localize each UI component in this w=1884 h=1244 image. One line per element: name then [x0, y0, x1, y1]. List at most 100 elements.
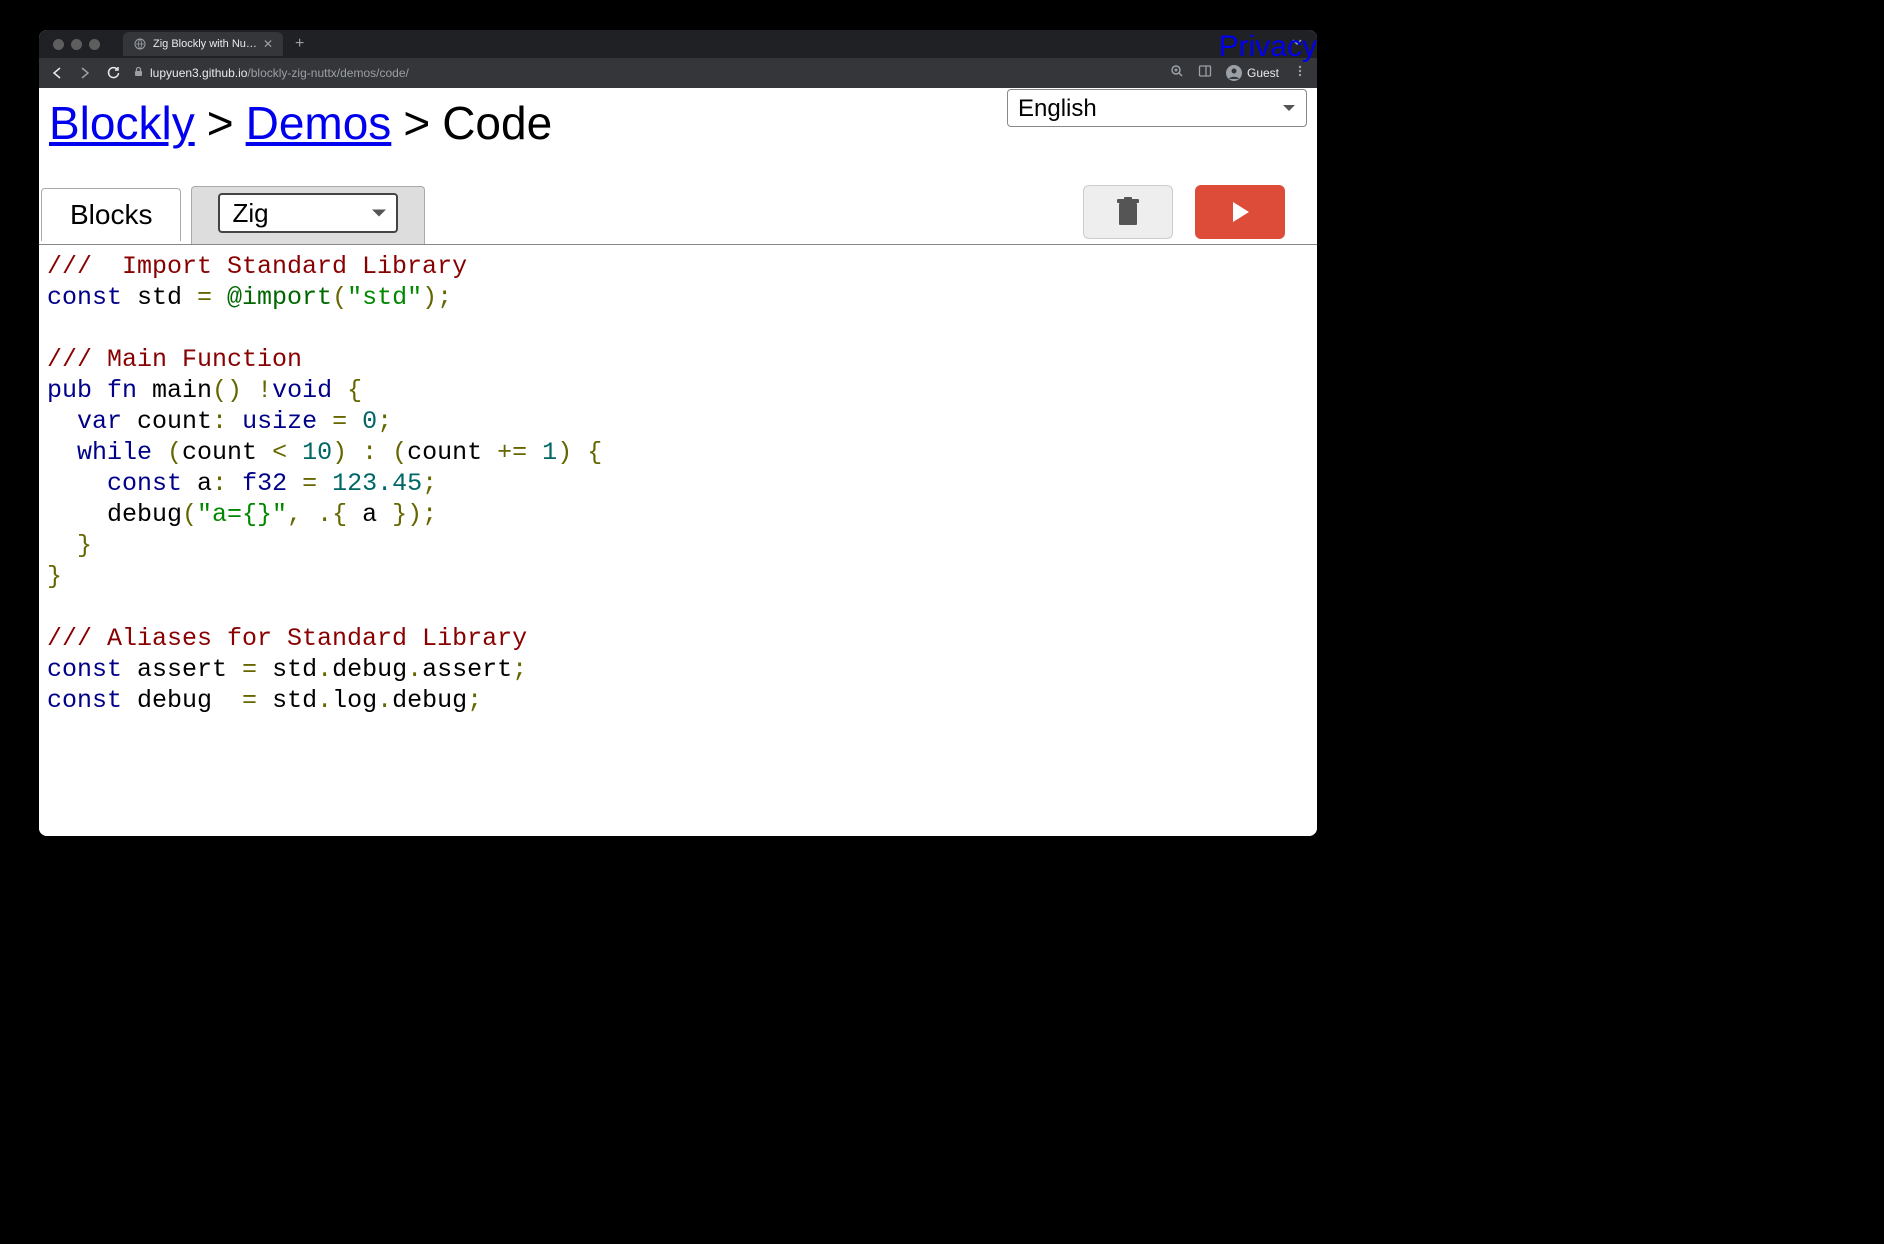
back-icon[interactable] [49, 65, 65, 81]
guest-label: Guest [1247, 66, 1279, 80]
code-token: = [242, 686, 272, 715]
code-token: : [212, 469, 242, 498]
code-token: const [47, 686, 122, 715]
code-token: ; [377, 407, 392, 436]
code-token: debug [332, 655, 407, 684]
code-token: count [407, 438, 497, 467]
code-token: std [272, 686, 317, 715]
close-dot[interactable] [53, 39, 64, 50]
code-token [47, 438, 77, 467]
code-token [47, 500, 107, 529]
code-token: ( [332, 283, 347, 312]
code-token: ( [152, 438, 182, 467]
code-token: pub [47, 376, 92, 405]
code-token: 123.45 [332, 469, 422, 498]
new-tab-icon[interactable]: + [295, 35, 304, 53]
breadcrumb-demos-link[interactable]: Demos [246, 96, 392, 150]
code-token: while [77, 438, 152, 467]
minimize-dot[interactable] [71, 39, 82, 50]
tab-blocks[interactable]: Blocks [41, 188, 181, 241]
code-token: ; [422, 469, 437, 498]
code-language-select[interactable]: Zig [218, 193, 398, 233]
address-bar[interactable]: lupyuen3.github.io/blockly-zig-nuttx/dem… [133, 66, 1158, 80]
code-token: void [272, 376, 332, 405]
toolbar-right: Guest [1170, 64, 1307, 83]
code-token: = [287, 469, 332, 498]
tabs-row: Blocks Zig [39, 185, 1317, 245]
code-token: count [182, 438, 272, 467]
code-token: 1 [542, 438, 557, 467]
code-line: /// Main Function [47, 345, 302, 374]
code-token [47, 407, 77, 436]
guest-badge[interactable]: Guest [1226, 65, 1279, 81]
code-token: log [332, 686, 377, 715]
language-select-wrapper: English [1007, 89, 1307, 127]
code-token: f32 [242, 469, 287, 498]
code-token: = [317, 407, 362, 436]
code-token: debug [122, 686, 242, 715]
guest-avatar-icon [1226, 65, 1242, 81]
tab-title: Zig Blockly with NuttX Code [153, 38, 257, 50]
code-token: < [272, 438, 302, 467]
run-button[interactable] [1195, 185, 1285, 239]
browser-toolbar: lupyuen3.github.io/blockly-zig-nuttx/dem… [39, 58, 1317, 88]
code-token [47, 469, 107, 498]
code-token: . [377, 686, 392, 715]
code-token: std [122, 283, 197, 312]
code-token: } [377, 500, 407, 529]
code-token: count [122, 407, 212, 436]
breadcrumb-current: Code [442, 96, 552, 150]
code-token: "a={}" [197, 500, 287, 529]
code-token: "std" [347, 283, 422, 312]
code-token: a [182, 469, 212, 498]
code-token: . [317, 686, 332, 715]
code-token: var [77, 407, 122, 436]
code-token: 10 [302, 438, 332, 467]
code-line: /// Import Standard Library [47, 252, 467, 281]
code-token: @import [227, 283, 332, 312]
code-token: 0 [362, 407, 377, 436]
page-content: Privacy Blockly > Demos > Code English B… [39, 88, 1317, 836]
code-token: ; [467, 686, 482, 715]
code-token: const [107, 469, 182, 498]
code-token: : [212, 407, 242, 436]
code-token: { [332, 500, 362, 529]
panel-icon[interactable] [1198, 64, 1212, 83]
breadcrumb-separator: > [403, 96, 430, 150]
language-select[interactable]: English [1007, 89, 1307, 127]
zoom-icon[interactable] [1170, 64, 1184, 83]
code-token: assert [122, 655, 242, 684]
browser-tab[interactable]: Zig Blockly with NuttX Code ✕ [123, 32, 283, 56]
breadcrumb-blockly-link[interactable]: Blockly [49, 96, 195, 150]
breadcrumb-separator: > [207, 96, 234, 150]
code-token: = [242, 655, 272, 684]
code-token: usize [242, 407, 317, 436]
code-token: ) [557, 438, 572, 467]
code-line: /// Aliases for Standard Library [47, 624, 527, 653]
maximize-dot[interactable] [89, 39, 100, 50]
code-language-select-wrapper: Zig [218, 193, 398, 233]
code-token: { [332, 376, 362, 405]
lock-icon [133, 66, 144, 80]
code-token: += [497, 438, 542, 467]
breadcrumb: Blockly > Demos > Code [49, 96, 1007, 150]
reload-icon[interactable] [105, 65, 121, 81]
forward-icon[interactable] [77, 65, 93, 81]
code-token: ! [257, 376, 272, 405]
url-domain: lupyuen3.github.io [150, 66, 247, 80]
code-token [47, 531, 77, 560]
code-token: , . [287, 500, 332, 529]
trash-icon [1115, 197, 1141, 227]
tab-code[interactable]: Zig [191, 186, 425, 244]
code-token: ; [422, 500, 437, 529]
code-token: debug [107, 500, 182, 529]
window-controls [47, 39, 100, 50]
code-token: assert [422, 655, 512, 684]
url-path: /blockly-zig-nuttx/demos/code/ [247, 66, 408, 80]
menu-icon[interactable] [1293, 64, 1307, 83]
tab-close-icon[interactable]: ✕ [263, 37, 273, 51]
code-token: { [572, 438, 602, 467]
code-token: main [137, 376, 212, 405]
trash-button[interactable] [1083, 185, 1173, 239]
code-token: = [197, 283, 227, 312]
